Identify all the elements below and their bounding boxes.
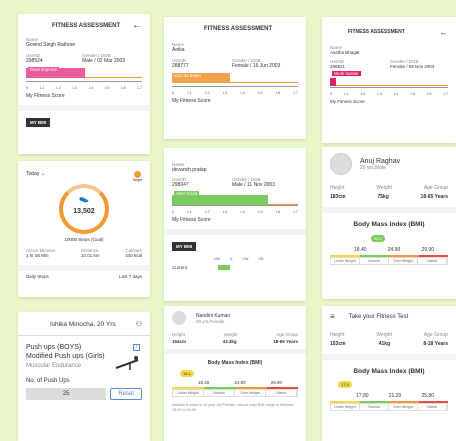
status-label: Work harder xyxy=(332,71,361,76)
my-bmi-button[interactable]: MY BMI xyxy=(26,118,51,127)
age-group-label: Age Group xyxy=(276,332,298,337)
fitness-card-anika: FITNESS ASSESSMENT Name Anika UserID 2887… xyxy=(164,17,306,139)
weight-label: Weight xyxy=(376,332,392,338)
age-group-label: Age Group xyxy=(423,185,448,191)
age-group-value: 18-65 Years xyxy=(420,194,448,200)
user-id: 298821 xyxy=(330,64,346,69)
fitness-card-devansh: Name devansh pratap UserID 298047 Gender … xyxy=(164,148,306,301)
weight-value: 41kg xyxy=(378,341,391,347)
my-bmi-button[interactable]: MY BMI xyxy=(172,242,197,251)
avatar xyxy=(330,153,352,175)
count-label: No. of Push Ups xyxy=(26,378,70,384)
last-7-days-selector[interactable]: Last 7 days xyxy=(119,274,142,279)
bmi-title: Body Mass Index (BMI) xyxy=(353,221,425,228)
height-label: Height xyxy=(330,332,345,338)
bmi-card-nandini: Nandini Kumari 20 yrs,Female Height Weig… xyxy=(164,306,306,441)
bmi-value-badge: 17.5 xyxy=(338,381,352,388)
gender-dob: Female / 08 Nov 2003 xyxy=(390,64,435,69)
stat-value: 440 kcal xyxy=(125,253,142,258)
steps-ring: 👟 13,502 xyxy=(59,184,109,234)
height-value: 183cm xyxy=(330,194,346,200)
bmi-card-anuj: Anuj Raghav 20 yrs,Male Height Weight Ag… xyxy=(322,147,456,299)
bmi-note: Nandini Kumari is 20 year old Female, wh… xyxy=(172,403,295,412)
weight-label: Weight xyxy=(376,185,392,191)
shoe-icon: 👟 xyxy=(79,194,89,203)
user-age: 20 yrs,Female xyxy=(196,318,225,324)
page-title: FITNESS ASSESSMENT xyxy=(52,23,121,29)
height-label: Height xyxy=(172,332,186,337)
user-name: devansh pratap xyxy=(172,167,207,173)
bmi-table-header: UW N OW OB xyxy=(214,257,264,261)
chevron-down-icon: ⌄ xyxy=(40,171,45,177)
avatar xyxy=(172,311,186,325)
user-age: 20 yrs,Male xyxy=(360,164,386,171)
fitness-card-govind: FITNESS ASSESSMENT ← Name Govind Singh R… xyxy=(18,14,150,154)
bmi-title: Body Mass Index (BMI) xyxy=(353,368,425,375)
user-name: Anika xyxy=(172,47,185,53)
user-id: 298047 xyxy=(172,182,189,188)
bmi-card-fitness-test: ≡ Take your Fitness Test Height Weight A… xyxy=(322,306,456,441)
steps-count: 13,502 xyxy=(73,208,95,215)
bmi-scale: Under Weight Normal Over Weight Obese xyxy=(330,403,448,411)
height-value: 153cm xyxy=(330,341,346,347)
bmi-scale: Under Weight Normal Over Weight Obese xyxy=(172,389,298,397)
user-id: 288777 xyxy=(172,63,189,69)
weight-label: Weight xyxy=(223,332,238,337)
score-label: My Fitness Score xyxy=(330,99,365,104)
score-ticks: 0 L1 L2 L3 L4 L5 L6 L7 xyxy=(26,85,142,90)
exercise-name: Push ups (BOYS) Modified Push ups (Girls… xyxy=(26,344,105,360)
user-name: Govind Singh Rathore xyxy=(26,42,76,48)
height-value: 164cm xyxy=(172,339,187,344)
bmi-value-badge: 22.4 xyxy=(371,235,385,242)
score-ticks: 0 L1 L2 L3 L4 L5 L6 L7 xyxy=(330,91,448,96)
daily-steps-label: Daily Steps xyxy=(26,274,49,279)
reset-button[interactable]: Reset xyxy=(110,388,142,400)
pushup-illustration-icon: i xyxy=(114,344,142,372)
today-selector[interactable]: Today ⌄ xyxy=(26,171,45,177)
bmi-value-badge: 16.1 xyxy=(180,370,194,377)
score-label: My Fitness Score xyxy=(172,217,211,223)
age-group-value: 8-18 Years xyxy=(423,341,448,347)
page-title: Take your Fitness Test xyxy=(348,314,409,320)
target-label: Target xyxy=(132,178,142,182)
score-ticks: 0 L1 L2 L3 L4 L5 L6 L7 xyxy=(172,209,298,214)
score-label: My Fitness Score xyxy=(172,98,211,104)
current-label: Current xyxy=(172,265,188,270)
user-id: 298524 xyxy=(26,58,43,64)
status-label: Can do better xyxy=(174,73,202,78)
pushup-card: Ishika Minocha, 20 Yrs ⚇ Push ups (BOYS)… xyxy=(18,312,150,441)
user-name: Aastha Bhagat xyxy=(330,50,360,55)
stat-value: 1 hr 56 Min xyxy=(26,253,49,258)
bmi-scale: Under Weight Normal Over Weight Obese xyxy=(330,257,448,265)
gender-dob: Female / 16 Jun 2003 xyxy=(232,63,281,69)
pushup-count-field[interactable]: 25 xyxy=(26,388,107,400)
weight-value: 43.3kg xyxy=(222,339,237,344)
score-label: My Fitness Score xyxy=(26,93,65,99)
height-label: Height xyxy=(330,185,345,191)
bmi-title: Body Mass Index (BMI) xyxy=(207,360,263,366)
back-arrow-icon[interactable]: ← xyxy=(132,21,142,31)
weight-value: 75kg xyxy=(377,194,389,200)
menu-icon[interactable]: ≡ xyxy=(330,313,335,321)
age-group-value: 18-65 Years xyxy=(273,339,298,344)
gender-dob: Male / 02 Mar 2003 xyxy=(82,58,126,64)
page-title: FITNESS ASSESSMENT xyxy=(204,26,273,32)
target-icon[interactable] xyxy=(133,171,141,178)
user-name: Anuj Raghav xyxy=(360,157,401,165)
back-arrow-icon[interactable]: ← xyxy=(439,28,448,37)
steps-card: Today ⌄ Target 👟 13,502 10000 Steps (Goa… xyxy=(18,161,150,297)
status-label: Must improve xyxy=(28,67,60,72)
group-icon[interactable]: ⚇ xyxy=(136,320,142,328)
user-name: Nandini Kumari xyxy=(196,312,231,319)
page-title: FITNESS ASSESSMENT xyxy=(348,29,405,35)
current-bmi-marker xyxy=(218,265,230,270)
score-bar xyxy=(172,195,268,205)
score-ticks: 0 L1 L2 L3 L4 L5 L6 L7 xyxy=(172,90,298,95)
fitness-card-aastha: FITNESS ASSESSMENT ← Name Aastha Bhagat … xyxy=(322,17,456,143)
exercise-category: Muscular Endurance xyxy=(26,363,82,369)
stat-value: 10.01 km xyxy=(80,253,100,258)
gender-dob: Male / 11 Nov 2003 xyxy=(232,182,275,188)
student-name: Ishika Minocha, 20 Yrs xyxy=(50,320,116,328)
age-group-label: Age Group xyxy=(423,332,448,338)
